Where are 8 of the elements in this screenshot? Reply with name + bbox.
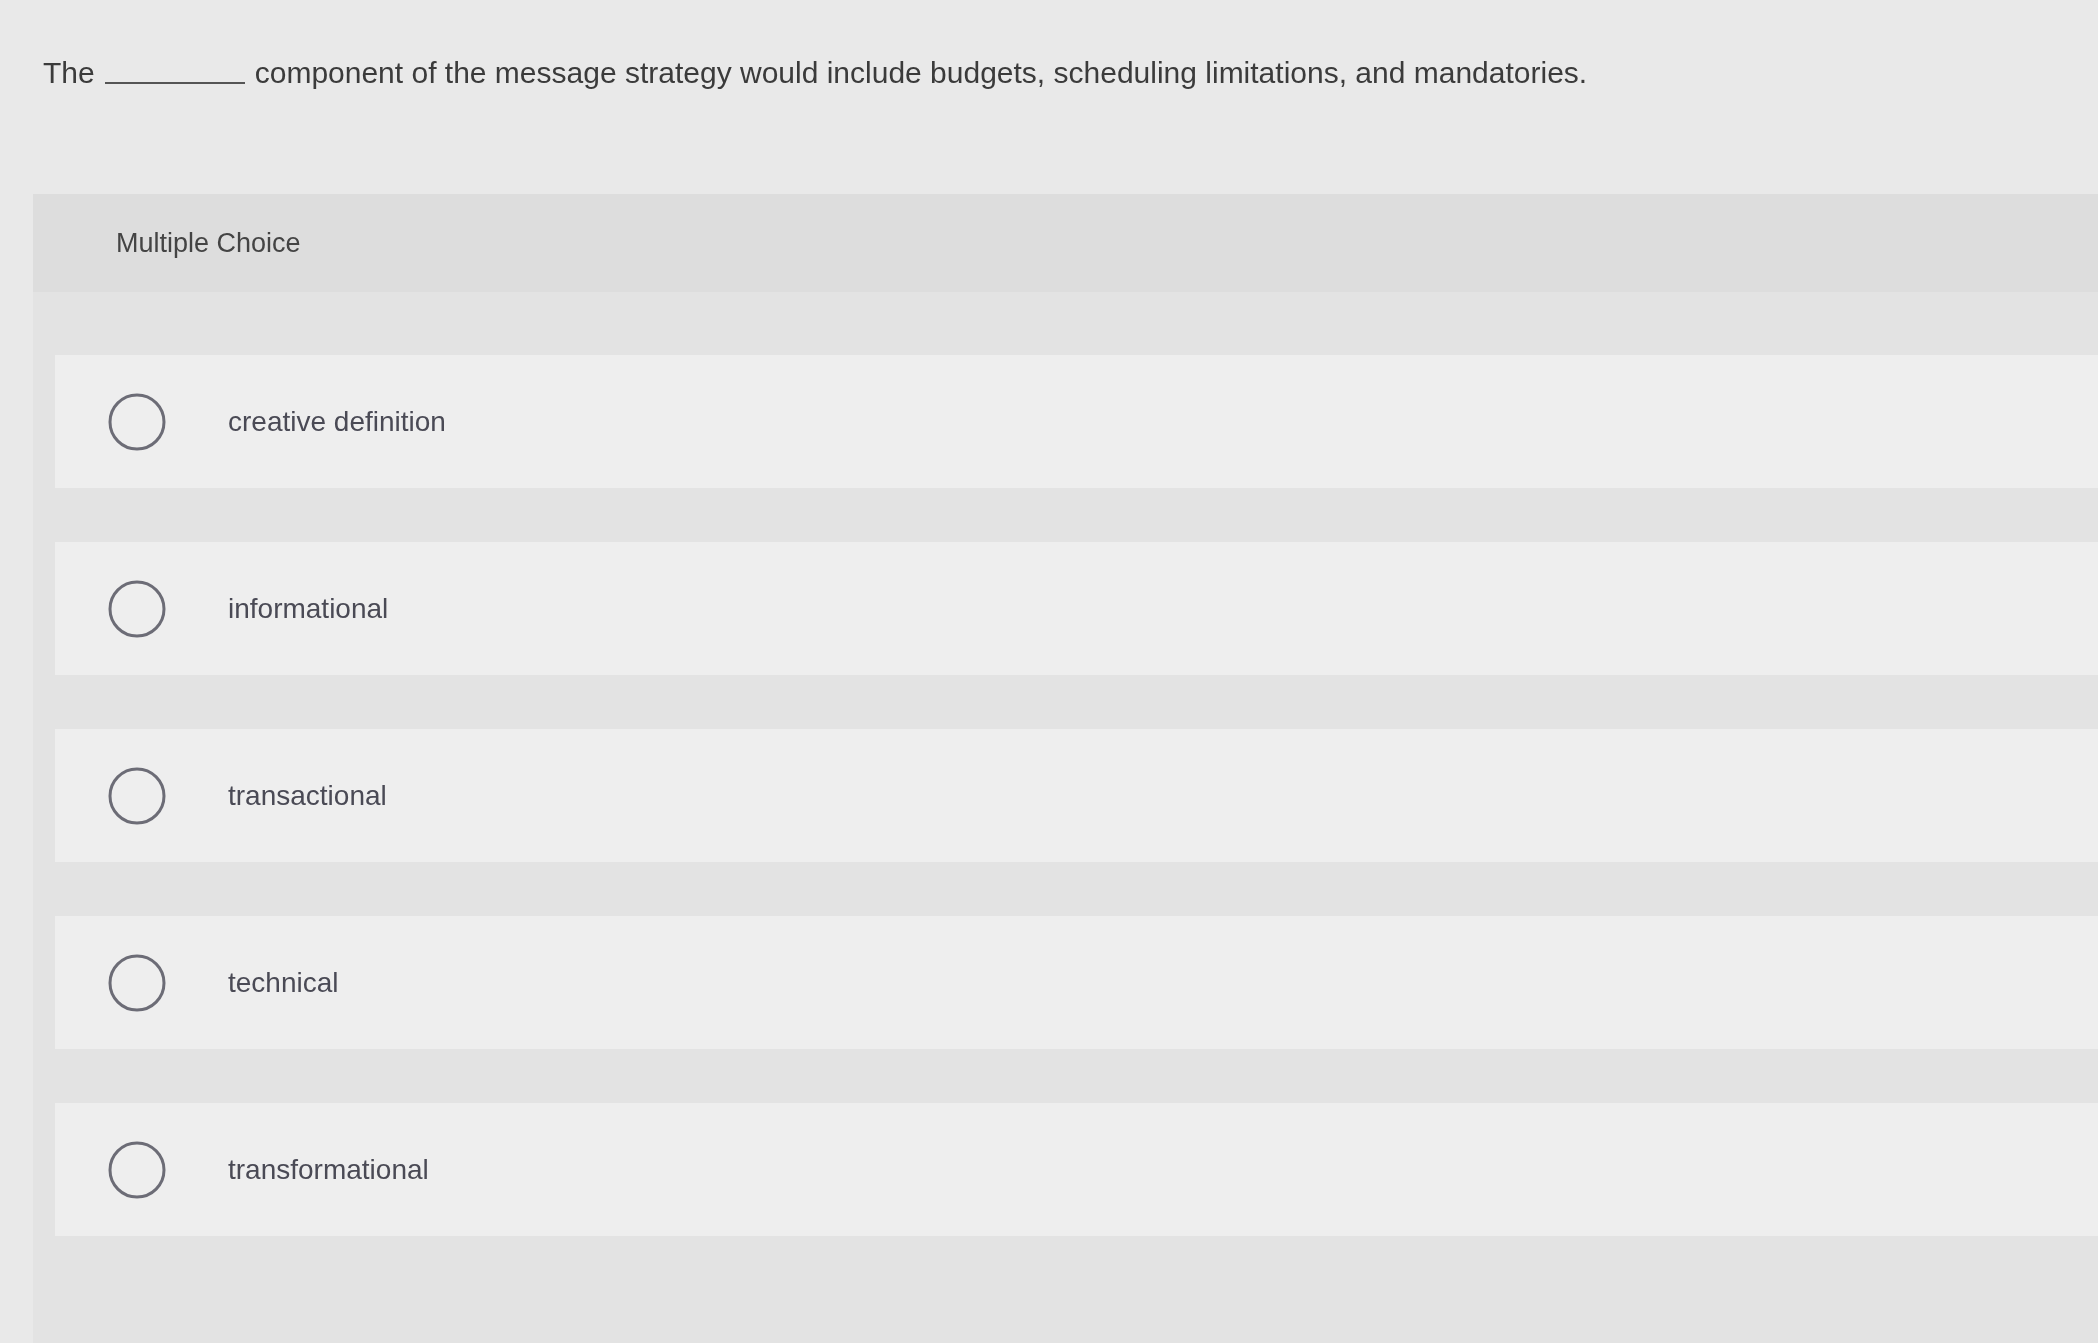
answer-option[interactable]: creative definition bbox=[55, 355, 2098, 488]
section-title: Multiple Choice bbox=[116, 226, 301, 260]
question-text: component of the message strategy would include budgets, scheduling limitations, and mandatories. bbox=[254, 58, 1588, 88]
answer-option[interactable]: transactional bbox=[55, 729, 2098, 862]
answer-option[interactable]: transformational bbox=[55, 1103, 2098, 1236]
question-text: The bbox=[43, 58, 95, 88]
answer-option[interactable]: informational bbox=[55, 542, 2098, 675]
answer-option[interactable]: technical bbox=[55, 916, 2098, 1049]
